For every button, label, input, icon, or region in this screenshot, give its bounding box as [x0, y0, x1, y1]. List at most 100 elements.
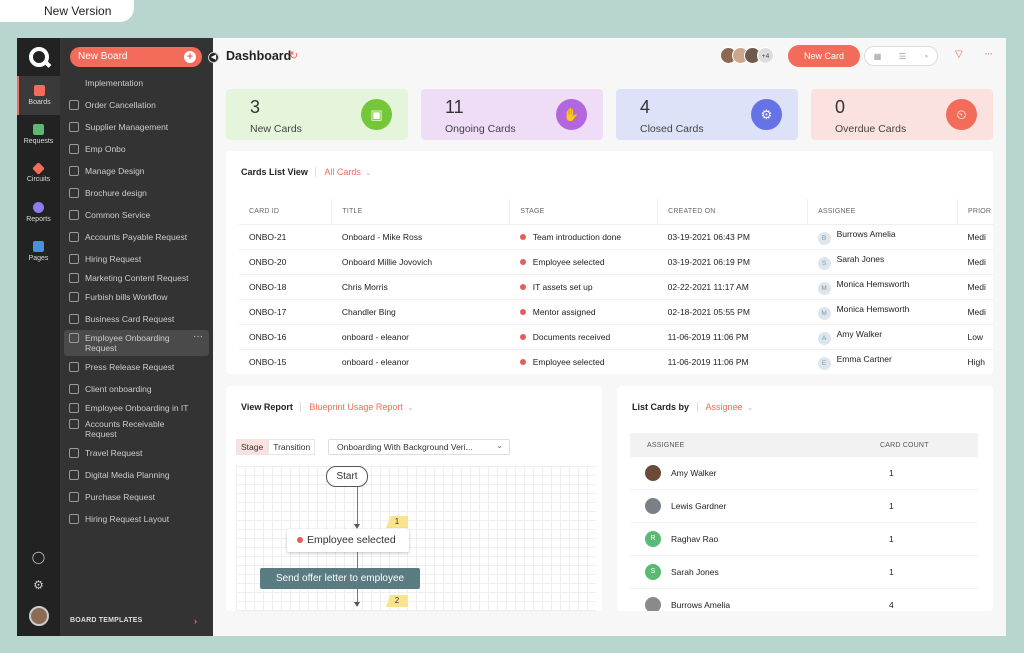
card-title: onboard - eleanor: [331, 324, 510, 350]
rail-item-boards[interactable]: Boards: [17, 76, 60, 115]
card-stage: Employee selected: [509, 349, 658, 374]
column-header[interactable]: TITLE: [331, 199, 511, 225]
board-item[interactable]: Employee Onboarding Request ···: [64, 330, 209, 356]
member-avatars[interactable]: +4: [720, 47, 774, 64]
column-header[interactable]: ASSIGNEE: [807, 199, 958, 225]
table-row[interactable]: ONBO-17 Chandler Bing Mentor assigned 02-18…: [239, 299, 993, 325]
table-row[interactable]: ONBO-15 onboard - eleanor Employee selecte…: [239, 349, 993, 374]
board-item[interactable]: Purchase Request: [60, 486, 213, 508]
column-header[interactable]: STAGE: [509, 199, 659, 225]
board-item[interactable]: Emp Onbo: [60, 138, 213, 160]
board-icon: [69, 492, 79, 502]
board-item-label: Manage Design: [85, 166, 145, 176]
board-item[interactable]: Press Release Request: [60, 356, 213, 378]
board-item[interactable]: Furbish bills Workflow: [60, 286, 213, 308]
card-stage: Documents received: [509, 324, 658, 350]
stage-dot: [519, 358, 526, 365]
board-item[interactable]: Employee Onboarding in IT: [60, 400, 213, 416]
requests-icon: [33, 124, 44, 135]
card-priority: Low: [957, 324, 993, 350]
column-header[interactable]: CARD ID: [239, 199, 333, 225]
column-header[interactable]: PRIOR: [957, 199, 993, 225]
cards-filter-dropdown[interactable]: All Cards ⌄: [315, 167, 372, 177]
collapse-sidebar-button[interactable]: ◀: [208, 52, 219, 63]
report-type-dropdown[interactable]: Blueprint Usage Report ⌄: [300, 402, 414, 412]
refresh-icon[interactable]: ↻: [289, 49, 298, 62]
bell-icon[interactable]: ◯: [32, 550, 45, 564]
tab-transition[interactable]: Transition: [268, 439, 316, 455]
user-avatar[interactable]: [28, 606, 49, 626]
blueprint-select[interactable]: Onboarding With Background Veri... ⌄: [328, 439, 510, 455]
stat-card[interactable]: 11 Ongoing Cards ✋: [421, 89, 603, 140]
table-row[interactable]: ONBO-20 Onboard Millie Jovovich Employee s…: [239, 249, 993, 275]
transition-node[interactable]: Send offer letter to employee: [260, 568, 420, 589]
table-row[interactable]: ONBO-18 Chris Morris IT assets set up 02-22…: [239, 274, 993, 300]
card-id: ONBO-17: [239, 299, 332, 325]
stat-card[interactable]: 0 Overdue Cards ⏲: [811, 89, 993, 140]
stat-card[interactable]: 3 New Cards ▣: [226, 89, 408, 140]
gear-icon[interactable]: ⚙: [33, 578, 44, 592]
view-toggle[interactable]: ▦ ☰ ◔: [864, 46, 938, 66]
list-item[interactable]: Lewis Gardner 1: [630, 490, 978, 523]
rail-item-circuits[interactable]: Circuits: [17, 154, 60, 193]
board-item[interactable]: Client onboarding: [60, 378, 213, 400]
card-title: Chandler Bing: [331, 299, 510, 325]
board-item[interactable]: Brochure design: [60, 182, 213, 204]
board-icon: [69, 419, 79, 429]
board-item-label: Accounts Payable Request: [85, 232, 188, 242]
board-item[interactable]: Common Service: [60, 204, 213, 226]
list-by-dropdown[interactable]: Assignee ⌄: [696, 402, 754, 412]
board-templates-link[interactable]: BOARD TEMPLATES ›: [70, 616, 197, 626]
board-item[interactable]: Hiring Request Layout: [60, 508, 213, 530]
rail-item-requests[interactable]: Requests: [17, 115, 60, 154]
card-created-on: 02-22-2021 11:17 AM: [657, 274, 808, 300]
board-item[interactable]: Manage Design: [60, 160, 213, 182]
card-stage: Employee selected: [509, 249, 658, 275]
board-item[interactable]: Hiring Request: [60, 248, 213, 270]
card-title: Onboard - Mike Ross: [331, 224, 510, 250]
new-board-button[interactable]: New Board +: [70, 47, 202, 67]
stage-node-label: Employee selected: [307, 534, 396, 546]
filter-icon[interactable]: ▽: [955, 49, 963, 60]
column-header[interactable]: CREATED ON: [657, 199, 809, 225]
boards-icon: [34, 85, 45, 96]
list-item[interactable]: R Raghav Rao 1: [630, 523, 978, 556]
stat-card[interactable]: 4 Closed Cards ⚙: [616, 89, 798, 140]
kanban-view-icon[interactable]: ▦: [874, 52, 882, 61]
rail-item-pages[interactable]: Pages: [17, 232, 60, 271]
board-item-label: Marketing Content Request: [85, 273, 189, 283]
card-assignee: M Monica Hemsworth: [807, 274, 958, 300]
list-item[interactable]: Amy Walker 1: [630, 457, 978, 490]
list-item[interactable]: Burrows Amelia 4: [630, 589, 978, 611]
chart-view-icon[interactable]: ◔: [923, 52, 928, 61]
board-item[interactable]: Accounts Payable Request: [60, 226, 213, 248]
more-options-icon[interactable]: ···: [984, 48, 993, 60]
board-item[interactable]: Travel Request: [60, 442, 213, 464]
board-item[interactable]: Order Cancellation: [60, 94, 213, 116]
stage-node[interactable]: Employee selected: [287, 529, 409, 552]
avatar: M: [817, 306, 831, 320]
start-node[interactable]: Start: [326, 466, 368, 487]
app-logo[interactable]: [17, 38, 60, 76]
app-window: Boards Requests Circuits Reports Pages ◯…: [17, 38, 1006, 636]
board-item[interactable]: Digital Media Planning: [60, 464, 213, 486]
board-icon: [69, 122, 79, 132]
cards-list-panel: Cards List View All Cards ⌄ CARD ID TITLE S…: [226, 151, 993, 374]
board-item[interactable]: Supplier Management: [60, 116, 213, 138]
board-item[interactable]: Business Card Request: [60, 308, 213, 330]
card-assignee-name: Emma Cartner: [836, 353, 892, 364]
rail-item-reports[interactable]: Reports: [17, 193, 60, 232]
table-row[interactable]: ONBO-21 Onboard - Mike Ross Team introduct…: [239, 224, 993, 250]
list-view-icon[interactable]: ☰: [899, 52, 906, 61]
card-created-on: 11-06-2019 11:06 PM: [657, 349, 808, 374]
board-item[interactable]: Implementation: [60, 72, 213, 94]
list-item[interactable]: S Sarah Jones 1: [630, 556, 978, 589]
table-row[interactable]: ONBO-16 onboard - eleanor Documents receiv…: [239, 324, 993, 350]
tab-stage[interactable]: Stage: [236, 439, 269, 455]
board-icon: [69, 448, 79, 458]
new-card-button[interactable]: New Card: [788, 45, 860, 67]
board-item[interactable]: Accounts Receivable Request: [60, 416, 213, 442]
board-more-icon[interactable]: ···: [193, 332, 203, 342]
board-item[interactable]: Marketing Content Request: [60, 270, 213, 286]
blueprint-canvas[interactable]: Start 1 Employee selected Send offer let…: [236, 466, 596, 611]
